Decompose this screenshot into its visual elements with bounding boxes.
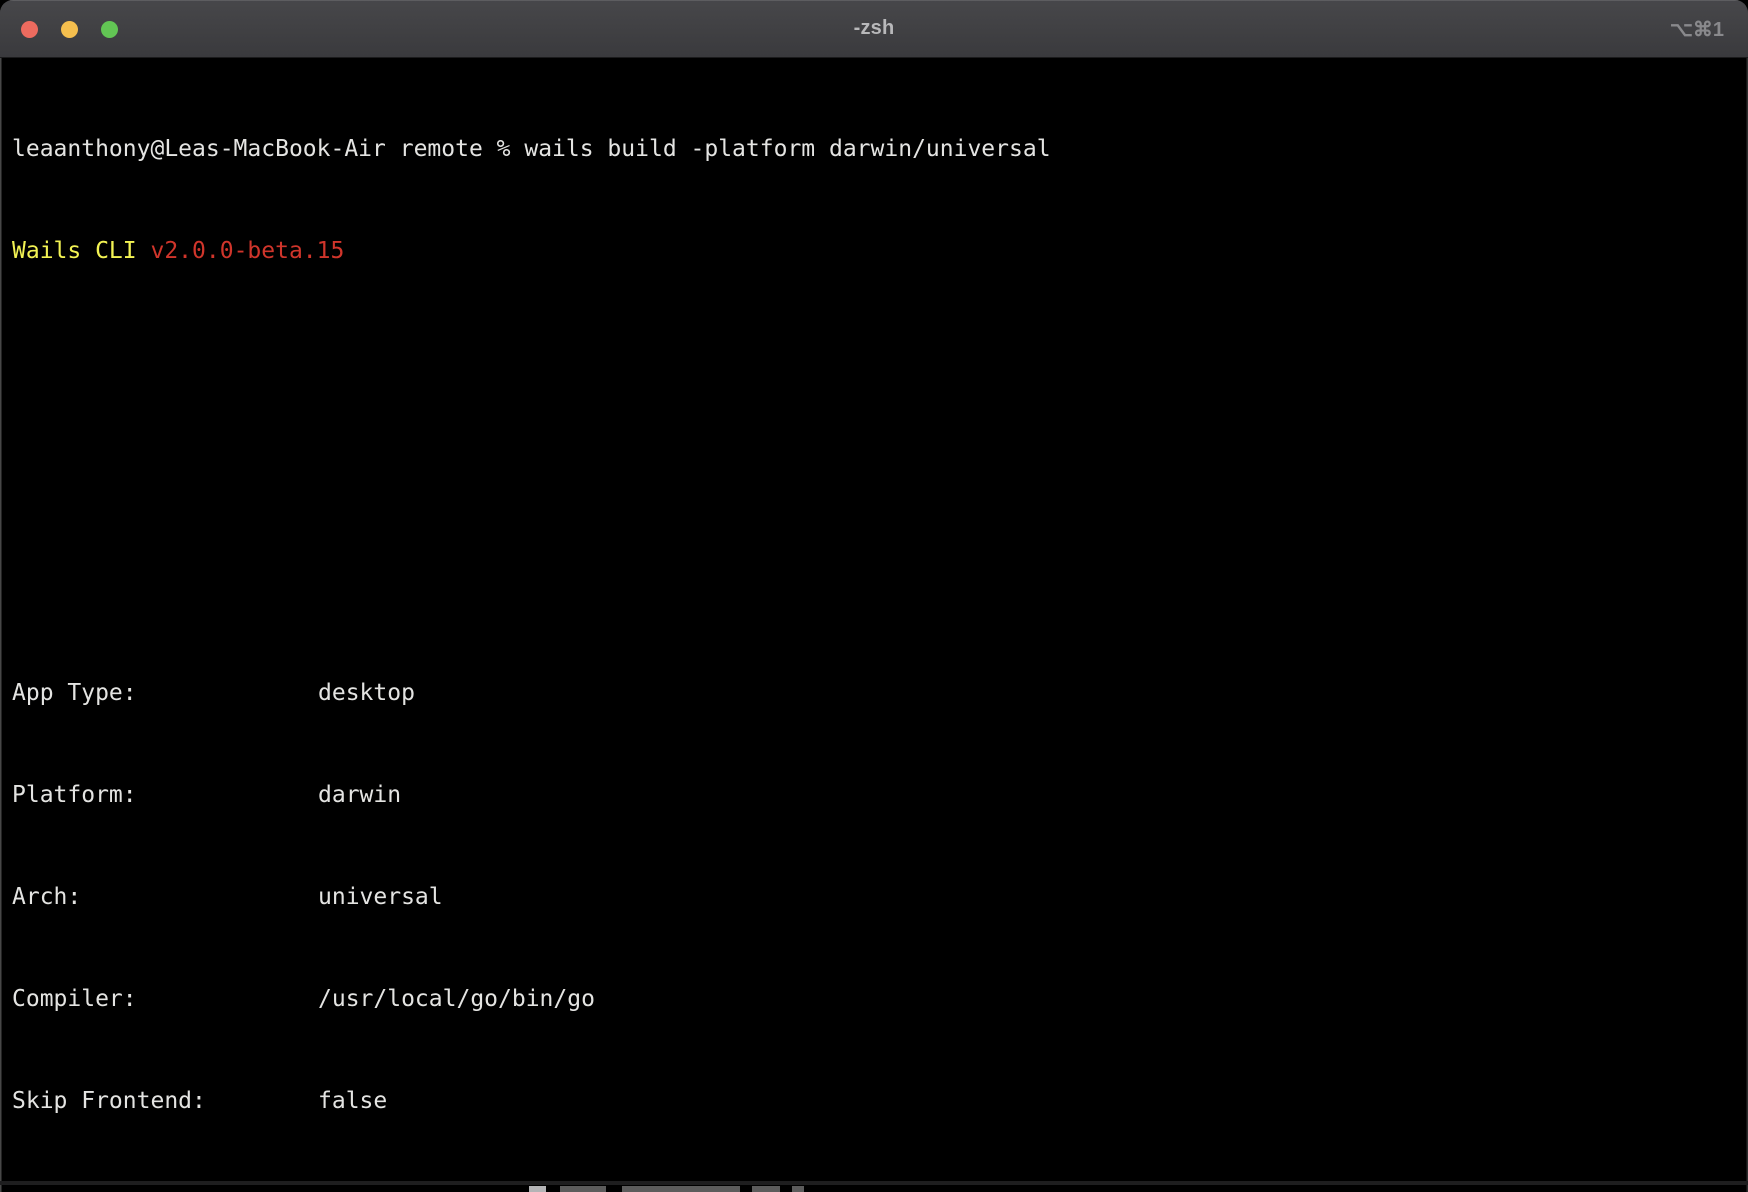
config-row: App Type:desktop	[12, 676, 1748, 710]
terminal-screen[interactable]: leaanthony@Leas-MacBook-Air remote % wai…	[0, 58, 1748, 1192]
close-button[interactable]	[21, 21, 38, 38]
terminal-window: -zsh ⌥⌘1 leaanthony@Leas-MacBook-Air rem…	[0, 0, 1748, 1192]
config-value: darwin	[318, 778, 401, 812]
config-label: App Type:	[12, 676, 318, 710]
config-label: Skip Frontend:	[12, 1084, 318, 1118]
wails-cli-version-line: Wails CLI v2.0.0-beta.15	[12, 234, 1748, 268]
shell-command-line: leaanthony@Leas-MacBook-Air remote % wai…	[12, 132, 1748, 166]
config-value: false	[318, 1084, 387, 1118]
config-label: Compiler:	[12, 982, 318, 1016]
config-row: Compiler:/usr/local/go/bin/go	[12, 982, 1748, 1016]
config-value: universal	[318, 880, 443, 914]
clipped-next-line-artifact	[0, 1185, 1748, 1192]
config-value: desktop	[318, 676, 415, 710]
titlebar[interactable]: -zsh ⌥⌘1	[0, 0, 1748, 58]
config-row: Arch:universal	[12, 880, 1748, 914]
minimize-button[interactable]	[61, 21, 78, 38]
wails-cli-label: Wails CLI	[12, 238, 150, 264]
config-label: Arch:	[12, 880, 318, 914]
tab-shortcut-hint: ⌥⌘1	[1670, 0, 1724, 58]
config-label: Platform:	[12, 778, 318, 812]
window-title: -zsh	[0, 17, 1748, 40]
config-value: /usr/local/go/bin/go	[318, 982, 595, 1016]
zoom-button[interactable]	[101, 21, 118, 38]
traffic-lights	[21, 0, 118, 58]
config-row: Platform:darwin	[12, 778, 1748, 812]
wails-cli-version: v2.0.0-beta.15	[150, 238, 344, 264]
config-row: Skip Frontend:false	[12, 1084, 1748, 1118]
